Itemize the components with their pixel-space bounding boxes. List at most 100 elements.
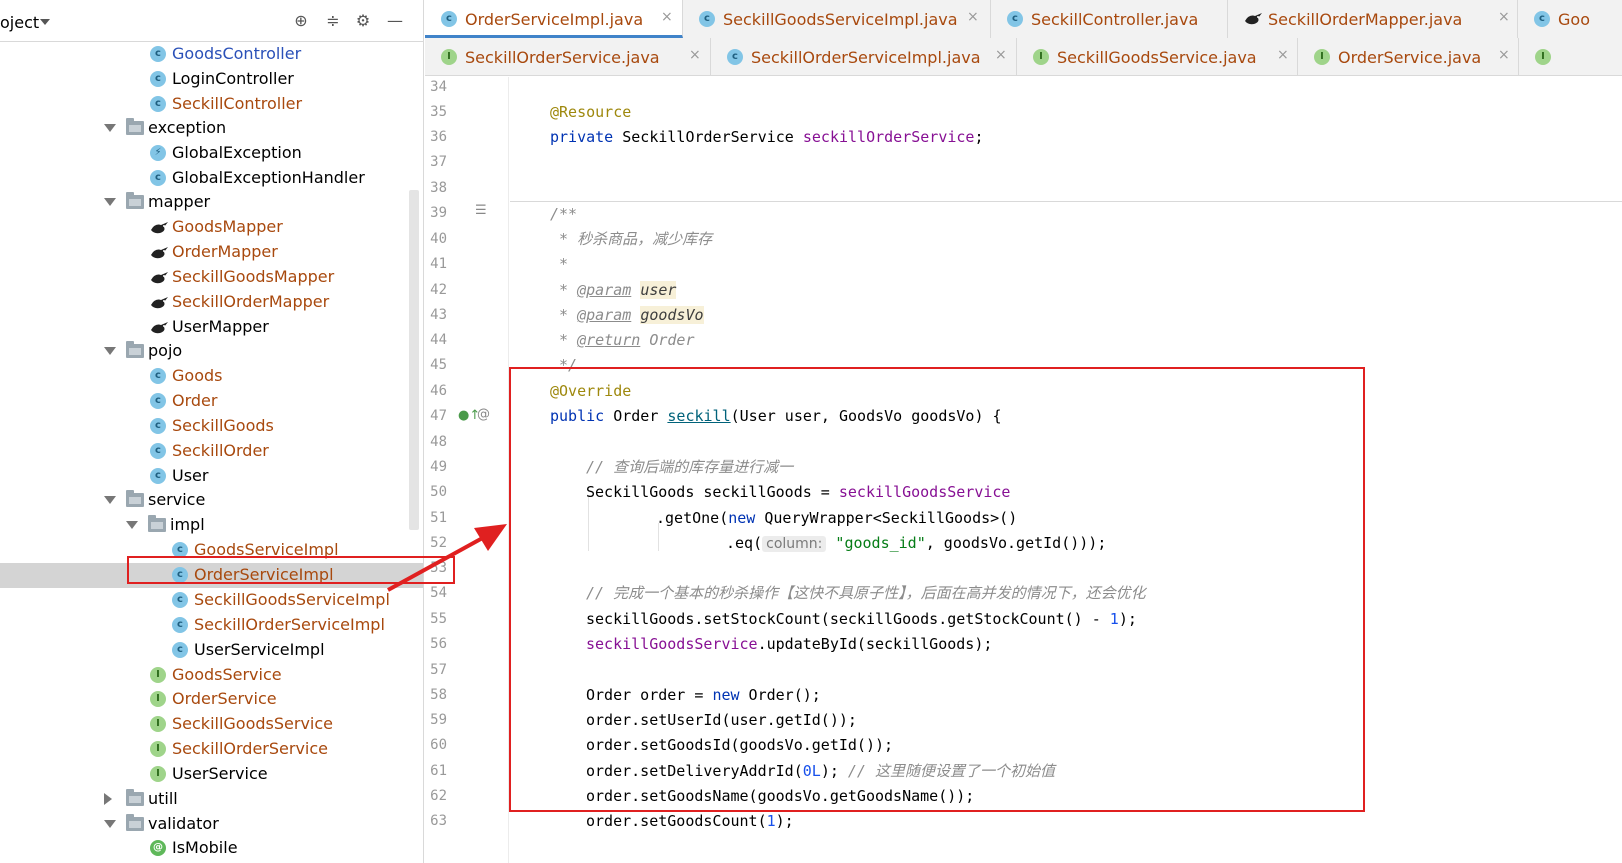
tree-item-Order[interactable]: c Order [0,389,423,414]
close-icon[interactable]: × [1277,48,1289,62]
tree-item-UserServiceImpl[interactable]: c UserServiceImpl [0,638,423,663]
close-icon[interactable]: × [1498,48,1510,62]
tab-SeckillGoodsServiceImpl.java[interactable]: c SeckillGoodsServiceImpl.java × [683,0,991,38]
chevron-down-icon[interactable] [104,124,116,132]
tab-SeckillOrderServiceImpl.java[interactable]: c SeckillOrderServiceImpl.java × [711,38,1017,76]
tab-label: OrderServiceImpl.java [465,10,644,29]
tree-item-User[interactable]: c User [0,464,423,489]
folder-icon [126,341,144,358]
project-panel: oject ⊕ ≑ ⚙ — c GoodsController c LoginCont… [0,0,424,863]
tree-item-OrderService[interactable]: I OrderService [0,687,423,712]
tab-OrderService.java[interactable]: I OrderService.java × [1298,38,1519,76]
tree-item-SeckillOrder[interactable]: c SeckillOrder [0,439,423,464]
javadoc-return: Order [640,331,695,349]
line-number: 39 [430,205,447,221]
tree-item-label: OrderService [172,689,277,708]
comment-star: * [550,331,578,349]
tab-label: Goo [1558,10,1590,29]
code-token: ); [775,812,794,830]
class-icon: c [441,11,457,27]
number-token: 1 [766,812,776,830]
tree-item-label: GoodsService [172,665,282,684]
chevron-down-icon[interactable] [104,347,116,355]
tab-label: OrderService.java [1338,48,1482,67]
tree-item-UserMapper[interactable]: UserMapper [0,315,423,340]
folder-icon [126,192,144,209]
close-icon[interactable]: × [689,48,701,62]
tree-item-GoodsController[interactable]: c GoodsController [0,42,423,67]
line-number: 61 [430,763,447,779]
tree-item-IsMobile[interactable]: @ IsMobile [0,836,423,861]
tab-SeckillGoodsService.java[interactable]: I SeckillGoodsService.java × [1017,38,1298,76]
tree-item-SeckillOrderService[interactable]: I SeckillOrderService [0,737,423,762]
project-view-selector[interactable]: oject [0,13,39,32]
tree-folder-service[interactable]: service [0,488,423,513]
tab-SeckillController.java[interactable]: c SeckillController.java [991,0,1228,38]
tab-overflow[interactable]: I [1519,38,1622,76]
tree-item-GlobalExceptionHandler[interactable]: c GlobalExceptionHandler [0,166,423,191]
tree-item-LoginController[interactable]: c LoginController [0,67,423,92]
tree-item-label: SeckillGoodsServiceImpl [194,590,390,609]
line-number: 51 [430,510,447,526]
class-icon: c [172,617,188,633]
line-number: 44 [430,332,447,348]
line-number: 52 [430,535,447,551]
tree-item-label: OrderMapper [172,242,278,261]
tree-item-label: UserServiceImpl [194,640,325,659]
minimize-icon[interactable]: — [386,12,404,30]
class-icon: c [150,468,166,484]
tree-item-GoodsMapper[interactable]: GoodsMapper [0,215,423,240]
tree-item-GlobalException[interactable]: ⚡ GlobalException [0,141,423,166]
chevron-down-icon[interactable] [104,820,116,828]
tree-folder-mapper[interactable]: mapper [0,190,423,215]
tree-folder-utill[interactable]: utill [0,787,423,812]
tree-item-label: GoodsController [172,44,302,63]
tab-Goo[interactable]: c Goo [1518,0,1622,38]
tab-SeckillOrderMapper.java[interactable]: SeckillOrderMapper.java × [1228,0,1518,38]
line-number: 43 [430,307,447,323]
tree-item-label: GlobalException [172,143,302,162]
chevron-down-icon[interactable] [126,521,138,529]
tree-item-SeckillGoodsMapper[interactable]: SeckillGoodsMapper [0,265,423,290]
class-icon: c [150,418,166,434]
tree-item-Goods[interactable]: c Goods [0,364,423,389]
class-icon: c [150,170,166,186]
tab-SeckillOrderService.java[interactable]: I SeckillOrderService.java × [425,38,711,76]
line-number: 38 [430,180,447,196]
collapse-all-icon[interactable]: ≑ [324,12,342,30]
chevron-down-icon[interactable] [104,198,116,206]
locate-icon[interactable]: ⊕ [292,12,310,30]
tree-item-OrderMapper[interactable]: OrderMapper [0,240,423,265]
tab-OrderServiceImpl.java[interactable]: c OrderServiceImpl.java × [425,0,683,38]
tree-item-SeckillGoodsService[interactable]: I SeckillGoodsService [0,712,423,737]
tree-item-SeckillOrderMapper[interactable]: SeckillOrderMapper [0,290,423,315]
tree-item-SeckillGoodsServiceImpl[interactable]: c SeckillGoodsServiceImpl [0,588,423,613]
tree-item-label: SeckillOrderMapper [172,292,330,311]
close-icon[interactable]: × [661,10,673,24]
tree-folder-impl[interactable]: impl [0,513,423,538]
class-icon: c [1534,11,1550,27]
close-icon[interactable]: × [995,48,1007,62]
interface-icon: I [150,766,166,782]
gear-icon[interactable]: ⚙ [354,12,372,30]
tree-item-SeckillGoods[interactable]: c SeckillGoods [0,414,423,439]
tree-item-label: Order [172,391,218,410]
field-token: seckillOrderService [802,128,975,146]
chevron-right-icon[interactable] [104,793,112,805]
tree-folder-exception[interactable]: exception [0,116,423,141]
tree-scrollbar[interactable] [409,190,419,530]
tree-folder-validator[interactable]: validator [0,812,423,837]
chevron-down-icon[interactable] [40,19,50,25]
tree-item-UserService[interactable]: I UserService [0,762,423,787]
tree-folder-pojo[interactable]: pojo [0,339,423,364]
tree-item-label: UserService [172,764,268,783]
tree-item-SeckillController[interactable]: c SeckillController [0,92,423,117]
tree-item-label: exception [148,118,227,137]
tree-item-GoodsService[interactable]: I GoodsService [0,663,423,688]
close-icon[interactable]: × [967,10,979,24]
chevron-down-icon[interactable] [104,496,116,504]
tree-item-SeckillOrderServiceImpl[interactable]: c SeckillOrderServiceImpl [0,613,423,638]
line-number: 42 [430,282,447,298]
interface-icon: I [150,667,166,683]
close-icon[interactable]: × [1498,10,1510,24]
